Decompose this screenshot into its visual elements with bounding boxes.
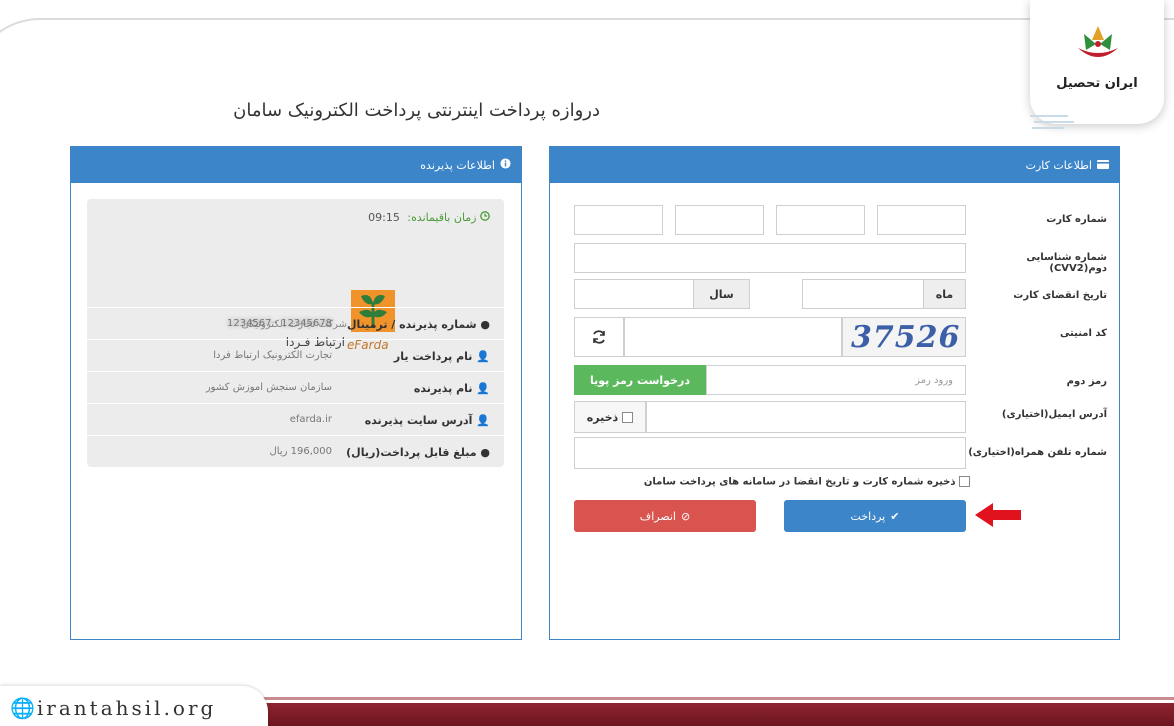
ban-icon: ⊘: [680, 509, 691, 523]
user-icon: 👤: [476, 414, 490, 427]
password-label: رمز دوم: [1066, 376, 1107, 387]
pay-button[interactable]: ✔ پرداخت: [784, 500, 966, 532]
terminal-value: 12345678 · 1234567: [227, 318, 332, 329]
user-icon: 👤: [476, 350, 490, 363]
info-circle-icon: [500, 158, 511, 172]
card-number-part-3[interactable]: [675, 205, 764, 235]
captcha-text: 37526: [851, 320, 961, 355]
save-card-option[interactable]: ذخیره شماره کارت و تاریخ انقضا در سامانه…: [630, 476, 970, 488]
card-info-panel: اطلاعات کارت شماره کارت شماره شناسایی دو…: [549, 146, 1120, 640]
mobile-label: شماره تلفن همراه(اختیاری): [968, 447, 1107, 458]
merchant-info-panel: اطلاعات پذیرنده زمان باقیمانده: 09:15 eF…: [70, 146, 522, 640]
user-icon: 👤: [476, 382, 490, 395]
circle-icon: ●: [480, 318, 490, 331]
password-placeholder: ورود رمز: [915, 375, 953, 386]
merchant-row-payer: 👤 نام پرداخت یار تجارت الکترونیک ارتباط …: [87, 339, 504, 371]
captcha-field[interactable]: [624, 317, 842, 357]
circle-icon: ●: [480, 446, 490, 459]
site-label: آدرس سایت پذیرنده: [364, 414, 473, 427]
brand-logo-icon: [1078, 26, 1118, 57]
amount-label: مبلغ قابل پرداخت(ریال): [346, 446, 477, 459]
cancel-button-label: انصراف: [639, 509, 676, 523]
decorative-lines: [1030, 115, 1074, 129]
merchant-name-label: نام پذیرنده: [413, 382, 473, 395]
email-label: آدرس ایمیل(اختیاری): [1001, 409, 1107, 420]
card-number-label: شماره کارت: [1046, 214, 1107, 225]
timer-value: 09:15: [368, 211, 400, 224]
credit-card-icon: [1097, 159, 1109, 172]
remaining-time: زمان باقیمانده: 09:15: [368, 211, 490, 224]
expiry-month-field[interactable]: [802, 279, 924, 309]
payer-label: نام پرداخت یار: [393, 350, 473, 363]
refresh-captcha-button[interactable]: [574, 317, 624, 357]
email-field[interactable]: [646, 401, 966, 433]
check-icon: ✔: [890, 509, 900, 523]
pay-button-label: پرداخت: [850, 509, 886, 523]
expiry-year-field[interactable]: [574, 279, 694, 309]
merchant-row-amount: ● مبلغ قابل پرداخت(ریال) 196,000 ریال: [87, 435, 504, 467]
globe-icon: 🌐: [10, 696, 35, 720]
clock-icon: [477, 211, 491, 224]
email-save-checkbox[interactable]: ذخیره: [574, 401, 646, 433]
merchant-name-value: سازمان سنجش اموزش کشور: [205, 382, 332, 393]
expiry-label: تاریخ انقضای کارت: [1013, 290, 1107, 301]
cvv2-label: شماره شناسایی دوم(CVV2): [1026, 252, 1107, 274]
captcha-label: کد امنیتی: [1059, 328, 1107, 339]
payer-value: تجارت الکترونیک ارتباط فردا: [213, 350, 332, 361]
cvv2-field[interactable]: [574, 243, 966, 273]
dynamic-password-button[interactable]: درخواست رمز پویا: [574, 365, 706, 395]
timer-label: زمان باقیمانده:: [407, 211, 477, 224]
card-panel-header: اطلاعات کارت: [550, 147, 1119, 183]
card-number-part-4[interactable]: [574, 205, 663, 235]
merchant-row-site: 👤 آدرس سایت پذیرنده efarda.ir: [87, 403, 504, 435]
merchant-panel-header: اطلاعات پذیرنده: [71, 147, 521, 183]
site-url-text: irantahsil.org: [36, 696, 217, 720]
save-card-label: ذخیره شماره کارت و تاریخ انقضا در سامانه…: [643, 476, 956, 488]
checkbox-icon: [622, 411, 634, 423]
merchant-row-merchant-name: 👤 نام پذیرنده سازمان سنجش اموزش کشور: [87, 371, 504, 403]
red-arrow-icon: [975, 503, 1021, 527]
expiry-year-addon: سال: [693, 279, 750, 309]
save-card-checkbox[interactable]: [959, 476, 970, 487]
merchant-panel-title: اطلاعات پذیرنده: [420, 158, 495, 172]
card-number-part-2[interactable]: [776, 205, 865, 235]
email-save-label: ذخیره: [586, 410, 619, 424]
card-number-part-1[interactable]: [877, 205, 966, 235]
terminal-label: شماره پذیرنده / ترمینال: [347, 318, 477, 331]
card-panel-title: اطلاعات کارت: [1025, 158, 1092, 172]
password-field[interactable]: ورود رمز: [706, 365, 966, 395]
amount-value: 196,000 ریال: [269, 446, 332, 457]
merchant-info-box: زمان باقیمانده: 09:15 eFarda شرکت تجارت …: [87, 199, 504, 467]
brand-logo-text: ایران تحصیل: [1056, 76, 1138, 91]
merchant-row-terminal: ● شماره پذیرنده / ترمینال 12345678 · 123…: [87, 307, 504, 339]
mobile-field[interactable]: [574, 437, 966, 469]
captcha-image: 37526: [842, 317, 966, 357]
expiry-month-addon: ماه: [923, 279, 966, 309]
page-title: دروازه پرداخت اینترنتی پرداخت الکترونیک …: [233, 100, 600, 121]
site-url: 🌐 irantahsil.org: [10, 696, 216, 720]
refresh-icon: [593, 330, 605, 344]
cancel-button[interactable]: ⊘ انصراف: [574, 500, 756, 532]
site-value: efarda.ir: [289, 414, 332, 425]
